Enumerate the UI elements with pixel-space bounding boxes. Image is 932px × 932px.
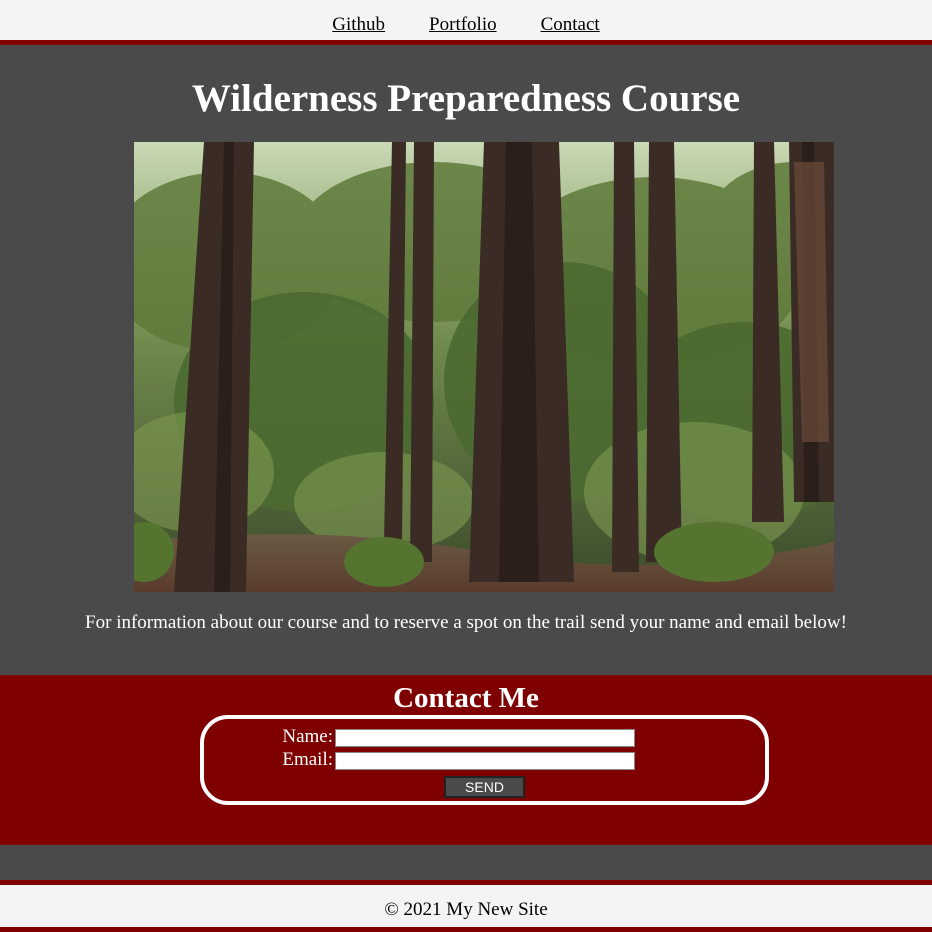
nav-link-portfolio[interactable]: Portfolio (429, 14, 497, 36)
nav-link-contact[interactable]: Contact (541, 14, 600, 36)
copyright-text: © 2021 My New Site (384, 899, 548, 920)
bottom-divider (0, 927, 932, 932)
footer-spacer (0, 845, 932, 880)
page-title: Wilderness Preparedness Course (191, 77, 741, 120)
name-row: Name: (204, 726, 765, 748)
hero-section: Wilderness Preparedness Course For infor… (0, 45, 932, 675)
send-button[interactable]: SEND (444, 776, 525, 798)
name-label: Name: (282, 726, 333, 747)
contact-heading: Contact Me (393, 682, 539, 714)
course-info-text: For information about our course and to … (85, 612, 847, 633)
email-input[interactable] (335, 752, 635, 770)
redwood-forest-photo (134, 142, 834, 592)
contact-form: Name: Email: SEND (200, 715, 769, 805)
email-label: Email: (282, 749, 333, 770)
name-input[interactable] (335, 729, 635, 747)
footer: © 2021 My New Site (0, 885, 932, 927)
top-nav: Github Portfolio Contact (0, 0, 932, 40)
email-row: Email: (204, 749, 765, 771)
contact-section: Contact Me Name: Email: SEND (0, 675, 932, 845)
nav-link-github[interactable]: Github (332, 14, 385, 36)
